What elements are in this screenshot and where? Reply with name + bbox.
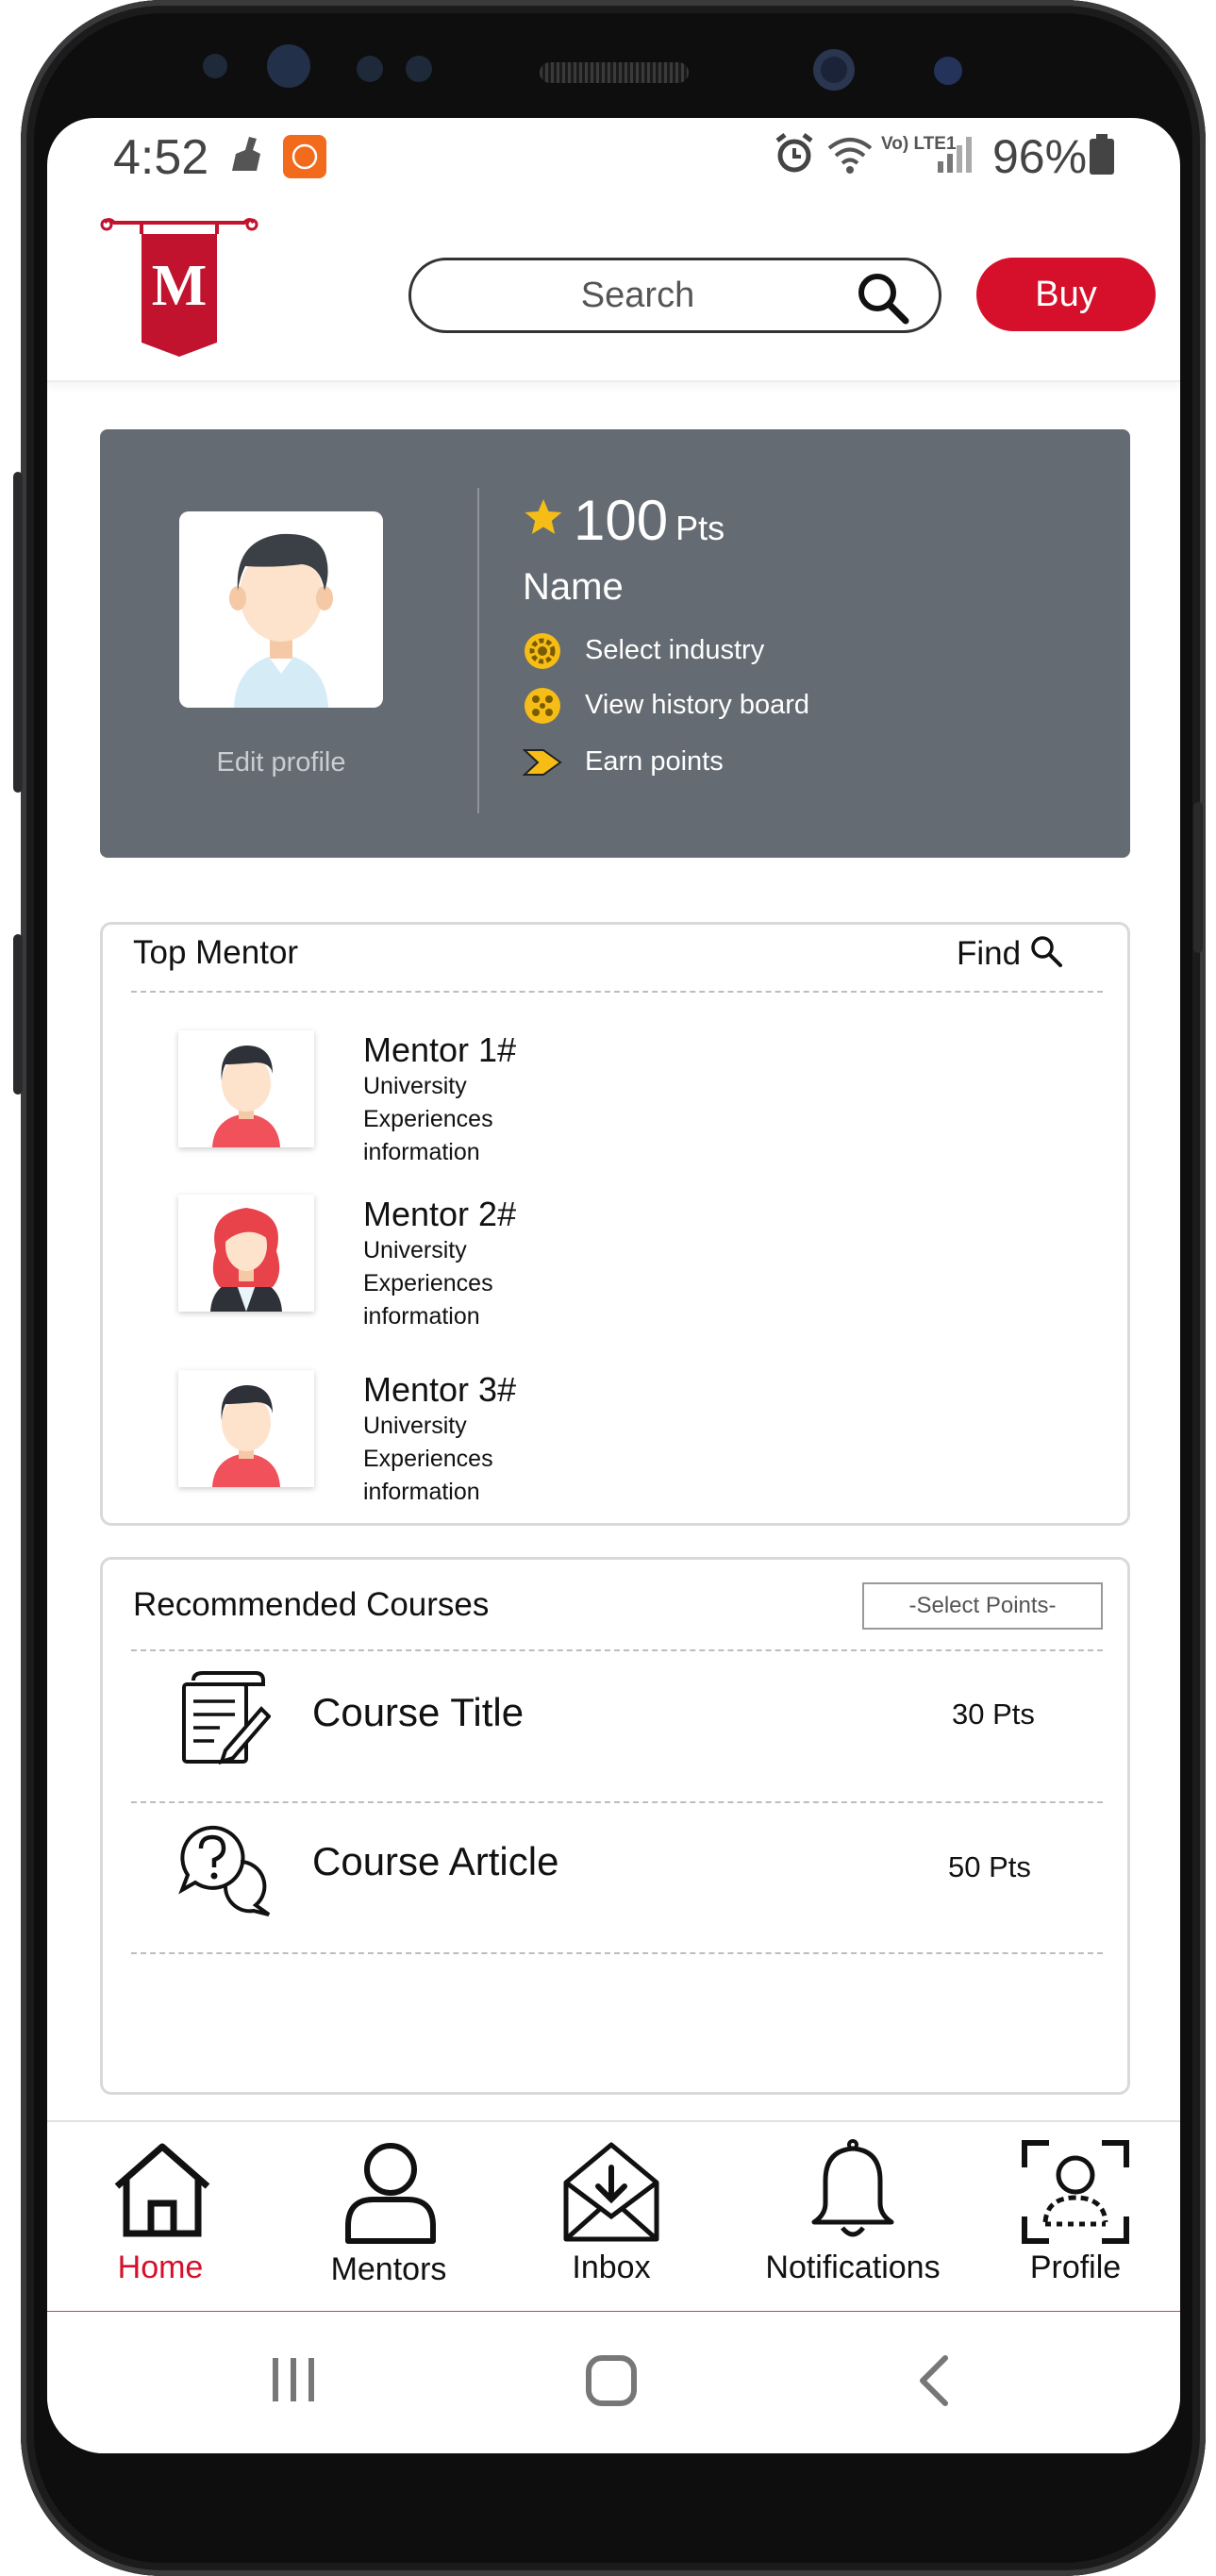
nav-label: Notifications (765, 2250, 941, 2285)
home-icon (114, 2143, 210, 2237)
avatar[interactable] (179, 511, 383, 708)
mentor-item[interactable]: Mentor 1# University Experiences informa… (178, 1030, 1027, 1172)
status-time: 4:52 (113, 130, 209, 185)
status-bar: 4:52 Vo) LTE1 96% (47, 118, 1180, 212)
nav-label: Profile (1029, 2250, 1122, 2285)
buy-button[interactable]: Buy (976, 258, 1156, 331)
course-name: Course Title (312, 1690, 525, 1734)
mentor-avatar (178, 1195, 314, 1312)
recommended-courses-panel: Recommended Courses -Select Points- Cour… (100, 1557, 1130, 2095)
mentor-avatar (178, 1370, 314, 1487)
app-logo[interactable]: M (99, 215, 259, 371)
mentor-information: information (363, 1139, 480, 1165)
nav-profile[interactable]: Profile (972, 2122, 1179, 2311)
earpiece-speaker (540, 62, 689, 83)
cleaner-icon (228, 135, 266, 181)
top-mentor-panel: Top Mentor Find Mentor 1# University Exp… (100, 922, 1130, 1526)
nav-label: Inbox (572, 2250, 651, 2285)
course-name: Course Article (312, 1839, 559, 1883)
nav-inbox[interactable]: Inbox (498, 2122, 725, 2311)
alarm-icon (772, 131, 817, 181)
search-placeholder: Search (580, 276, 695, 315)
system-navigation-bar (47, 2312, 1180, 2453)
arrow-chevron-icon (523, 749, 562, 776)
search-icon (1030, 936, 1062, 967)
nav-label: Home (117, 2250, 204, 2285)
user-icon (345, 2143, 436, 2244)
points-value: 100 (574, 489, 669, 552)
camera-lens-icon (813, 49, 855, 91)
signal-icon (936, 133, 977, 179)
mentor-information: information (363, 1303, 480, 1330)
battery-icon (1088, 133, 1116, 181)
sensor-dot (203, 54, 227, 78)
logo-letter: M (151, 254, 208, 318)
sensor-dot (934, 57, 962, 85)
mentor-university: University (363, 1073, 467, 1099)
bottom-navigation: Home Mentors Inbox Notifications Profile (47, 2120, 1180, 2314)
sensor-dot (357, 56, 383, 82)
history-board-icon (525, 688, 560, 724)
mentor-university: University (363, 1237, 467, 1263)
mentor-avatar (178, 1030, 314, 1147)
mentor-information: information (363, 1479, 480, 1505)
mentor-university: University (363, 1413, 467, 1439)
search-icon[interactable] (855, 270, 911, 329)
front-camera-icon (267, 44, 310, 88)
nav-label: Mentors (330, 2251, 447, 2287)
course-points: 50 Pts (948, 1850, 1031, 1883)
inbox-icon (563, 2142, 659, 2242)
mentor-name: Mentor 1# (363, 1030, 517, 1069)
bell-icon (811, 2139, 894, 2237)
search-input[interactable]: Search (408, 258, 941, 333)
course-points: 30 Pts (952, 1698, 1035, 1731)
gear-icon (525, 633, 560, 669)
find-label: Find (957, 935, 1022, 972)
menu-label: View history board (585, 690, 810, 720)
mentor-name: Mentor 3# (363, 1370, 517, 1409)
divider (131, 1952, 1103, 1954)
mentor-experiences: Experiences (363, 1270, 493, 1296)
course-item[interactable]: Course Title 30 Pts (131, 1652, 1103, 1801)
top-mentor-title: Top Mentor (133, 934, 299, 971)
star-icon (523, 497, 564, 542)
divider (131, 1649, 1103, 1651)
profile-scan-icon (1022, 2140, 1129, 2244)
screen: 4:52 Vo) LTE1 96% M Search Buy Edit prof… (47, 118, 1180, 2453)
wifi-icon (825, 133, 875, 181)
divider (131, 991, 1103, 993)
recent-apps-icon[interactable] (268, 2354, 319, 2410)
menu-label: Select industry (585, 635, 765, 665)
nav-home[interactable]: Home (47, 2122, 274, 2311)
find-button[interactable]: Find (957, 934, 1063, 973)
mentor-item[interactable]: Mentor 3# University Experiences informa… (178, 1359, 1027, 1505)
points-unit: Pts (675, 509, 725, 547)
back-icon[interactable] (915, 2354, 953, 2412)
edit-profile-link[interactable]: Edit profile (179, 747, 383, 778)
mentor-item[interactable]: Mentor 2# University Experiences informa… (178, 1195, 1027, 1336)
profile-name: Name (523, 566, 624, 608)
home-system-icon[interactable] (585, 2354, 638, 2412)
profile-card: Edit profile 100 Pts Name Select industry… (100, 429, 1130, 858)
app-notification-icon (283, 135, 326, 178)
nav-notifications[interactable]: Notifications (735, 2122, 971, 2311)
mentor-experiences: Experiences (363, 1446, 493, 1472)
courses-title: Recommended Courses (133, 1586, 490, 1623)
question-chat-icon (178, 1825, 271, 1916)
side-button (13, 934, 23, 1095)
mentor-experiences: Experiences (363, 1106, 493, 1132)
nav-mentors[interactable]: Mentors (275, 2122, 502, 2311)
course-item[interactable]: Course Article 50 Pts (131, 1803, 1103, 1952)
sensor-dot (406, 56, 432, 82)
menu-label: Earn points (585, 746, 724, 777)
select-points-dropdown[interactable]: -Select Points- (862, 1582, 1103, 1630)
points-display: 100 Pts (574, 488, 725, 553)
card-divider (477, 488, 479, 813)
side-button (1193, 802, 1203, 953)
mentor-name: Mentor 2# (363, 1195, 517, 1233)
battery-percent: 96% (992, 130, 1088, 183)
document-pen-icon (182, 1671, 271, 1765)
side-button (13, 472, 23, 793)
